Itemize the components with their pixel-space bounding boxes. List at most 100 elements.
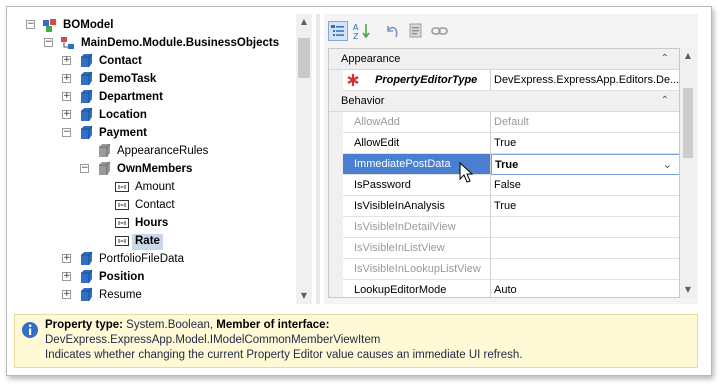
tree-node-label[interactable]: Rate	[132, 234, 163, 250]
expand-icon[interactable]: +	[62, 272, 71, 281]
tree-node-label[interactable]: Resume	[96, 288, 145, 304]
tree-scrollbar-thumb[interactable]	[298, 38, 310, 78]
property-value[interactable]: Default	[491, 112, 679, 133]
property-value[interactable]: True ⌄	[491, 154, 679, 175]
tree-node-label[interactable]: Position	[96, 270, 147, 286]
tree-node[interactable]: Contact	[14, 196, 302, 214]
expand-icon[interactable]: +	[62, 74, 71, 83]
tree-node-label[interactable]: Location	[96, 108, 150, 124]
tree-node[interactable]: Hours	[14, 214, 302, 232]
property-grid[interactable]: Appearance ⌃ PropertyEditorType DevExpress.…	[328, 48, 680, 298]
tree-node-label[interactable]: AppearanceRules	[114, 144, 211, 160]
collapse-icon[interactable]: −	[62, 128, 71, 137]
sort-alphabetical-button[interactable]: A Z	[352, 21, 372, 41]
tree-node[interactable]: + Resume	[14, 286, 302, 304]
row-gutter	[329, 112, 343, 133]
expand-icon[interactable]: +	[62, 56, 71, 65]
tree-node-label[interactable]: Hours	[132, 216, 171, 232]
property-row[interactable]: LookupEditorMode Auto	[329, 280, 679, 297]
collapse-category-icon[interactable]: ⌃	[661, 49, 669, 69]
tree-node[interactable]: − OwnMembers	[14, 160, 302, 178]
property-name[interactable]: PropertyEditorType	[343, 70, 491, 91]
grid-scrollbar[interactable]: ▲ ▼	[680, 48, 696, 298]
tree-node[interactable]: + Contact	[14, 52, 302, 70]
property-value-text: True	[494, 137, 517, 149]
tree-node[interactable]: AppearanceRules	[14, 142, 302, 160]
tree-node[interactable]: + DemoTask	[14, 70, 302, 88]
property-value[interactable]	[491, 217, 679, 238]
category-header[interactable]: Behavior ⌃	[329, 91, 679, 112]
categorized-button[interactable]	[328, 21, 348, 41]
tree-node-label[interactable]: Contact	[132, 198, 178, 214]
property-value[interactable]: Auto	[491, 280, 679, 297]
tree-node[interactable]: Rate	[14, 232, 302, 250]
tree-node[interactable]: Amount	[14, 178, 302, 196]
property-row[interactable]: AllowAdd Default	[329, 112, 679, 133]
property-row[interactable]: PropertyEditorType DevExpress.ExpressApp.…	[329, 70, 679, 91]
panel-splitter[interactable]	[316, 14, 320, 304]
scroll-down-arrow-icon[interactable]: ▼	[300, 292, 308, 300]
tree-node-label[interactable]: Amount	[132, 180, 178, 196]
property-value[interactable]	[491, 259, 679, 280]
undo-button[interactable]	[382, 21, 402, 41]
category-label: Appearance	[341, 53, 401, 65]
tree-node-label[interactable]: BOModel	[60, 18, 116, 34]
property-value-text: Auto	[494, 284, 517, 296]
tree-node[interactable]: − BOModel	[14, 16, 302, 34]
tree-node-label[interactable]: Contact	[96, 54, 145, 70]
class-icon	[78, 287, 94, 303]
property-value[interactable]: True	[491, 196, 679, 217]
property-name[interactable]: AllowEdit	[343, 133, 491, 154]
scroll-up-arrow-icon[interactable]: ▲	[684, 52, 692, 60]
tree-node-label[interactable]: OwnMembers	[114, 162, 195, 178]
property-row[interactable]: AllowEdit True	[329, 133, 679, 154]
category-header[interactable]: Appearance ⌃	[329, 49, 679, 70]
property-name[interactable]: LookupEditorMode	[343, 280, 491, 297]
model-tree[interactable]: − BOModel − MainDemo.Module.BusinessObjects…	[14, 14, 316, 304]
tree-node[interactable]: − Payment	[14, 124, 302, 142]
required-asterisk-icon	[347, 74, 359, 86]
expand-icon[interactable]: +	[62, 290, 71, 299]
expand-icon[interactable]: +	[62, 110, 71, 119]
tree-node[interactable]: + Department	[14, 88, 302, 106]
property-type-label: Property type:	[45, 319, 123, 331]
grid-scrollbar-thumb[interactable]	[683, 88, 693, 158]
tree-node[interactable]: + Position	[14, 268, 302, 286]
property-value[interactable]	[491, 238, 679, 259]
expand-icon[interactable]: +	[62, 92, 71, 101]
property-value[interactable]: True	[491, 133, 679, 154]
navigate-button[interactable]	[406, 21, 426, 41]
tree-node[interactable]: + PortfolioFileData	[14, 250, 302, 268]
property-row[interactable]: ImmediatePostData True ⌄	[329, 154, 679, 175]
tree-node[interactable]: − MainDemo.Module.BusinessObjects	[14, 34, 302, 52]
tree-node-label[interactable]: Payment	[96, 126, 150, 142]
property-row[interactable]: IsVisibleInLookupListView	[329, 259, 679, 280]
tree-node-label[interactable]: Department	[96, 90, 166, 106]
property-name[interactable]: IsVisibleInLookupListView	[343, 259, 491, 280]
dropdown-arrow-icon[interactable]: ⌄	[663, 155, 672, 174]
collapse-icon[interactable]: −	[80, 164, 89, 173]
property-row[interactable]: IsPassword False	[329, 175, 679, 196]
tree-node-label[interactable]: MainDemo.Module.BusinessObjects	[78, 36, 282, 52]
collapse-category-icon[interactable]: ⌃	[661, 91, 669, 111]
tree-node-label[interactable]: DemoTask	[96, 72, 159, 88]
property-name[interactable]: IsVisibleInAnalysis	[343, 196, 491, 217]
property-name-text: PropertyEditorType	[375, 74, 478, 86]
property-row[interactable]: IsVisibleInDetailView	[329, 217, 679, 238]
property-name[interactable]: AllowAdd	[343, 112, 491, 133]
link-button[interactable]	[430, 21, 450, 41]
scroll-down-arrow-icon[interactable]: ▼	[684, 286, 692, 294]
tree-node-label[interactable]: PortfolioFileData	[96, 252, 187, 268]
expand-icon[interactable]: +	[62, 254, 71, 263]
property-value[interactable]: DevExpress.ExpressApp.Editors.De...	[491, 70, 679, 91]
tree-node[interactable]: + Location	[14, 106, 302, 124]
property-name[interactable]: IsVisibleInListView	[343, 238, 491, 259]
collapse-icon[interactable]: −	[44, 38, 53, 47]
property-row[interactable]: IsVisibleInAnalysis True	[329, 196, 679, 217]
property-name[interactable]: IsVisibleInDetailView	[343, 217, 491, 238]
scroll-up-arrow-icon[interactable]: ▲	[300, 18, 308, 26]
property-value[interactable]: False	[491, 175, 679, 196]
tree-scrollbar[interactable]: ▲ ▼	[296, 14, 312, 304]
property-row[interactable]: IsVisibleInListView	[329, 238, 679, 259]
collapse-icon[interactable]: −	[26, 20, 35, 29]
